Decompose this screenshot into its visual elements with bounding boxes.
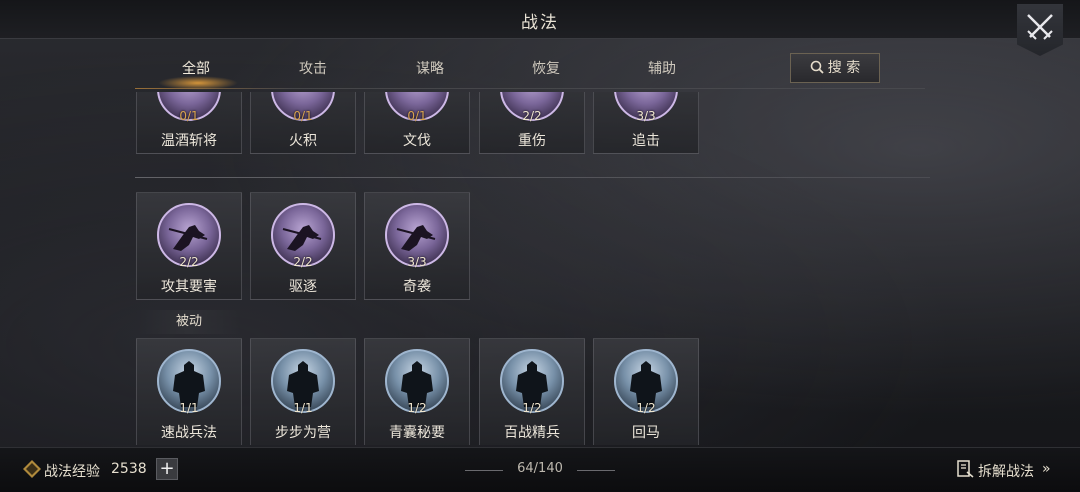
add-exp-button[interactable]: +	[156, 458, 178, 480]
tactic-card[interactable]: 1/1 速战兵法	[136, 338, 242, 445]
tactic-count: 1/2	[407, 401, 427, 415]
plus-icon: +	[159, 458, 175, 479]
page-indicator: 64/140	[517, 461, 563, 476]
tactic-name: 温酒斩将	[161, 133, 217, 149]
tactic-name: 步步为营	[275, 425, 331, 441]
tactic-card[interactable]: 0/1 温酒斩将	[136, 92, 242, 154]
section-divider	[135, 177, 930, 178]
tactic-card[interactable]: 3/3 追击	[593, 92, 699, 154]
dismantle-icon	[957, 460, 974, 478]
tactic-card[interactable]: 0/1 文伐	[364, 92, 470, 154]
exp-badge-icon	[23, 460, 41, 478]
tactic-name: 火积	[289, 133, 317, 149]
tactic-count: 1/1	[293, 401, 313, 415]
tabs-underline	[135, 88, 925, 89]
exp-label: 战法经验	[44, 464, 100, 480]
tab-recovery[interactable]: 恢复	[501, 58, 591, 78]
tactic-count: 1/2	[522, 401, 542, 415]
tactic-name: 速战兵法	[161, 425, 217, 441]
tactics-grid: 0/1 温酒斩将 0/1 火积 0/1 文伐 2/2 重伤 3/3 追击 2/2…	[0, 92, 1080, 445]
tactic-count: 3/3	[636, 109, 656, 123]
category-tabs: 全部 攻击 谋略 恢复 辅助	[135, 58, 815, 88]
tab-strategy[interactable]: 谋略	[385, 58, 475, 78]
tactic-count: 0/1	[293, 109, 313, 123]
tactic-count: 0/1	[179, 109, 199, 123]
top-bar: 战法	[0, 0, 1080, 39]
passive-section-label: 被动	[137, 310, 241, 334]
search-button[interactable]: 搜 索	[790, 53, 880, 83]
tactic-count: 1/1	[179, 401, 199, 415]
tactic-count: 2/2	[293, 255, 313, 269]
tactic-count: 3/3	[407, 255, 427, 269]
search-icon	[810, 60, 824, 74]
bottom-bar: 战法经验 2538 + 64/140 拆解战法 »	[0, 447, 1080, 492]
tactic-card[interactable]: 1/2 回马	[593, 338, 699, 445]
tactic-card[interactable]: 0/1 火积	[250, 92, 356, 154]
tactic-name: 攻其要害	[161, 279, 217, 295]
tactic-card[interactable]: 1/1 步步为营	[250, 338, 356, 445]
crossed-swords-icon	[1027, 14, 1053, 40]
tactic-name: 百战精兵	[504, 425, 560, 441]
close-button[interactable]	[1017, 4, 1063, 56]
tab-attack[interactable]: 攻击	[268, 58, 358, 78]
tab-all[interactable]: 全部	[151, 58, 241, 78]
tactic-card[interactable]: 1/2 百战精兵	[479, 338, 585, 445]
tab-support[interactable]: 辅助	[617, 58, 707, 78]
tactic-name: 驱逐	[289, 279, 317, 295]
tactic-name: 青囊秘要	[389, 425, 445, 441]
exp-value: 2538	[111, 461, 147, 477]
tactic-card[interactable]: 3/3 奇袭	[364, 192, 470, 300]
dismantle-label: 拆解战法	[978, 464, 1034, 480]
tactic-name: 回马	[632, 425, 660, 441]
tactic-card[interactable]: 2/2 重伤	[479, 92, 585, 154]
tactic-name: 文伐	[403, 133, 431, 149]
tactic-card[interactable]: 2/2 驱逐	[250, 192, 356, 300]
tactic-count: 2/2	[522, 109, 542, 123]
page-line-right	[577, 470, 615, 471]
tactic-name: 重伤	[518, 133, 546, 149]
tactic-count: 0/1	[407, 109, 427, 123]
page-title: 战法	[521, 13, 559, 33]
tactic-name: 追击	[632, 133, 660, 149]
tactic-name: 奇袭	[403, 279, 431, 295]
tactic-card[interactable]: 1/2 青囊秘要	[364, 338, 470, 445]
tactic-count: 2/2	[179, 255, 199, 269]
search-label: 搜 索	[827, 60, 861, 76]
pagination: 64/140	[465, 461, 615, 481]
tactic-count: 1/2	[636, 401, 656, 415]
double-chevron-icon: »	[1042, 461, 1051, 477]
tactic-card[interactable]: 2/2 攻其要害	[136, 192, 242, 300]
